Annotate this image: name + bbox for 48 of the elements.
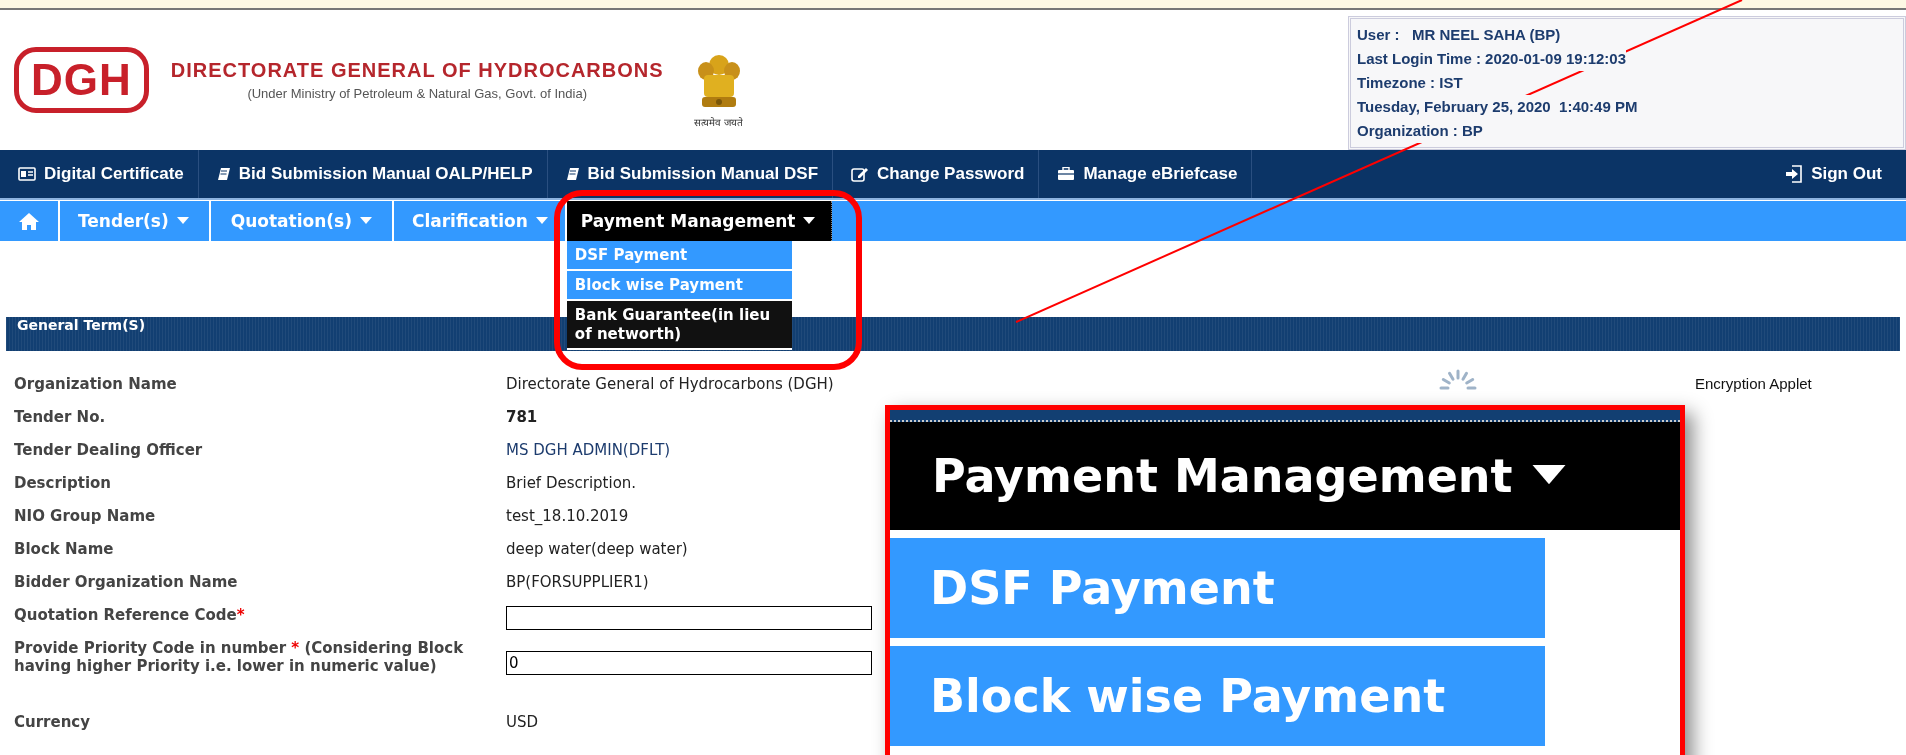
field-label: Currency: [14, 713, 91, 731]
field-label: Provide Priority Code in number * (Considering Block having higher Priority i.e. lower in numeric value): [14, 639, 465, 675]
nav-link[interactable]: Bid Submission Manual OALP/HELP: [198, 150, 548, 198]
caret-icon: [535, 217, 548, 225]
caret-icon: [359, 217, 372, 225]
field-value: Brief Description.: [506, 474, 637, 492]
id-card-icon: [18, 167, 36, 181]
field-label: Block Name: [14, 540, 115, 558]
logo: DGH: [14, 47, 149, 113]
field-value: test_18.10.2019: [506, 507, 629, 525]
book-icon: [216, 167, 231, 181]
field-label: Description: [14, 474, 113, 492]
nav-link[interactable]: Bid Submission Manual DSF: [547, 150, 834, 198]
field-value: USD: [506, 713, 539, 731]
field-label: Tender Dealing Officer: [14, 441, 204, 459]
field-label: Tender No.: [14, 408, 107, 426]
dropdown-item[interactable]: Bank Guarantee(in lieu of networth): [566, 301, 792, 350]
nav-link[interactable]: Digital Certificate: [0, 150, 199, 198]
caret-icon: [1530, 465, 1567, 487]
officer-link[interactable]: MS DGH ADMIN(DFLT): [506, 441, 671, 459]
menu-item[interactable]: Payment Management: [566, 201, 833, 241]
nav-link[interactable]: Change Password: [833, 150, 1040, 198]
input-field[interactable]: [506, 606, 872, 630]
caret-icon: [803, 217, 816, 225]
book-icon: [565, 167, 580, 181]
field-label: NIO Group Name: [14, 507, 157, 525]
field-value: 781: [506, 408, 538, 426]
field-value: Directorate General of Hydrocarbons (DGH): [506, 375, 834, 393]
applet-label: Encryption Applet: [1695, 375, 1812, 394]
sign-out-icon: [1785, 165, 1804, 183]
field-value: deep water(deep water): [506, 540, 688, 558]
site-subtitle: (Under Ministry of Petroleum & Natural Gas, Govt. of India): [247, 86, 587, 101]
home-icon: [19, 212, 39, 230]
field-label: Organization Name: [14, 375, 178, 393]
zoomed-dropdown-item: DSF Payment: [890, 530, 1545, 638]
zoomed-dropdown-item: Block wise Payment: [890, 638, 1545, 746]
loading-spinner-icon: [1439, 369, 1477, 390]
edit-icon: [851, 166, 870, 182]
field-value: BP(FORSUPPLIER1): [506, 573, 649, 591]
field-label: Bidder Organization Name: [14, 573, 239, 591]
emblem-motto: सत्यमेव जयते: [694, 116, 744, 129]
sign-out-link[interactable]: Sign Out: [1767, 150, 1906, 198]
briefcase-icon: [1057, 167, 1076, 181]
nav-link[interactable]: Manage eBriefcase: [1039, 150, 1253, 198]
input-field[interactable]: 0: [506, 651, 872, 675]
field-label: Quotation Reference Code*: [14, 606, 246, 624]
site-title: DIRECTORATE GENERAL OF HYDROCARBONS: [170, 59, 664, 82]
caret-icon: [176, 217, 189, 225]
